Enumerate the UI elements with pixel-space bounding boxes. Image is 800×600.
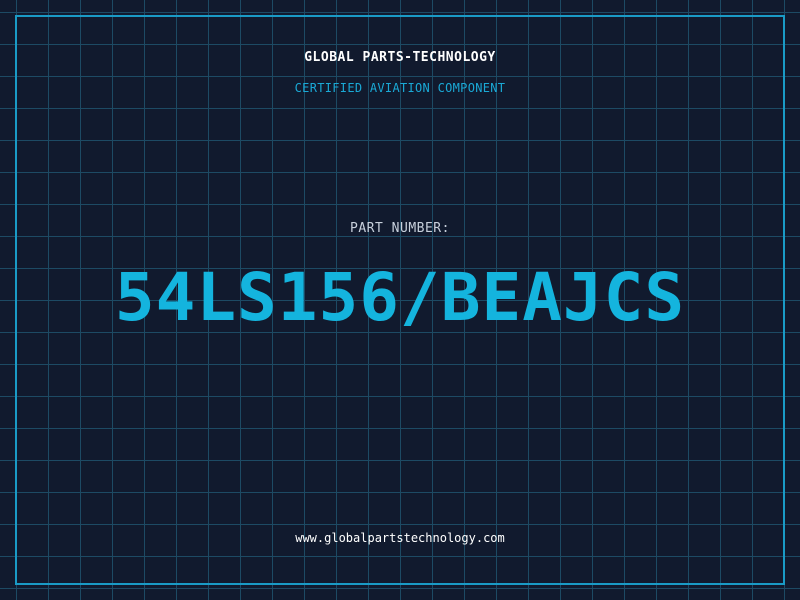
- part-number-value: 54LS156/BEAJCS: [114, 259, 686, 336]
- brand-subtitle: CERTIFIED AVIATION COMPONENT: [294, 81, 506, 95]
- website-url: www.globalpartstechnology.com: [295, 531, 505, 545]
- part-number-label: PART NUMBER:: [350, 221, 450, 236]
- brand-title: GLOBAL PARTS-TECHNOLOGY: [304, 50, 496, 65]
